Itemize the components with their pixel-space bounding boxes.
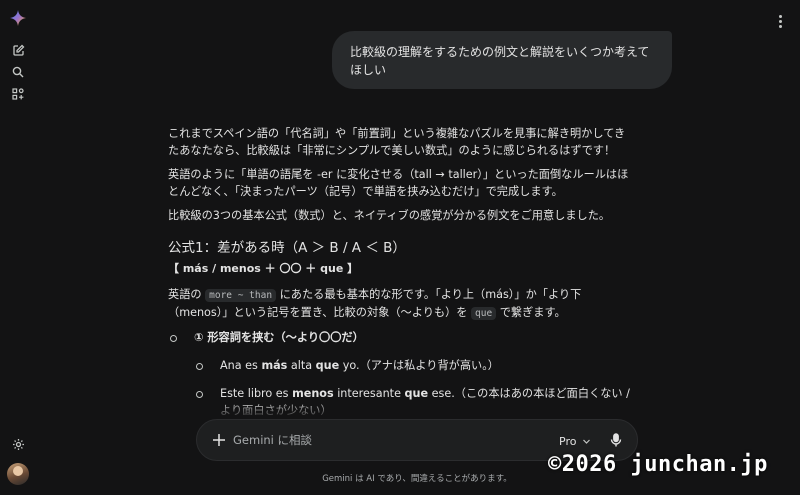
example-bold: más [261,359,288,372]
desc-text: で繋ぎます。 [496,306,566,319]
search-icon[interactable] [9,63,27,81]
desc-text: 英語の [168,288,206,301]
response-content: これまでスペイン語の「代名詞」や「前置詞」という複雑なパズルを見事に解き明かして… [168,125,636,415]
example-text: Ana es [220,359,262,372]
more-options-icon[interactable] [774,12,786,30]
example-text: yo.（アナは私より背が高い。） [339,359,499,372]
list-item: ① 形容詞を挟む（〜より〇〇だ） [168,329,636,346]
section-description: 英語の more ~ than にあたる最も基本的な形です。「より上（más）」… [168,286,636,322]
microphone-icon[interactable] [607,431,625,449]
model-label: Pro [559,434,577,448]
formula-text: 【 más / menos ＋ 〇〇 ＋ que 】 [168,262,359,275]
list-item: Ana es más alta que yo.（アナは私より背が高い。） [168,357,636,374]
inline-code: more ~ than [205,289,277,302]
example-bold: que [404,387,429,400]
sidebar-rail [0,0,36,495]
scroll-fade [160,400,650,420]
settings-icon[interactable] [9,435,27,453]
watermark: ©2026 junchan.jp [548,452,768,477]
new-chat-icon[interactable] [9,41,27,59]
section-heading: 公式1：差がある時（A ＞ B / A ＜ B） [168,240,406,256]
add-attachment-icon[interactable] [209,430,229,450]
example-bold: menos [292,387,334,400]
response-intro-2: 英語のように「単語の語尾を -er に変化させる（tall → taller）」… [168,168,629,198]
example-text: alta [287,359,316,372]
gemini-spark-icon[interactable] [9,9,27,27]
apps-icon[interactable] [9,85,27,103]
example-bold: que [315,359,340,372]
response-intro-3: 比較級の3つの基本公式（数式）と、ネイティブの感覚が分かる例文をご用意しました。 [168,209,611,222]
inline-code: que [471,307,497,320]
user-message-bubble: 比較級の理解をするための例文と解説をいくつか考えてほしい [332,31,672,89]
user-message-text: 比較級の理解をするための例文と解説をいくつか考えてほしい [350,45,650,77]
chevron-down-icon [583,439,591,444]
response-intro-1: これまでスペイン語の「代名詞」や「前置詞」という複雑なパズルを見事に解き明かして… [168,127,626,157]
model-selector[interactable]: Pro [559,432,591,450]
example-text: interesante [333,387,405,400]
example-text: Este libro es [220,387,293,400]
prompt-input[interactable] [233,431,513,449]
